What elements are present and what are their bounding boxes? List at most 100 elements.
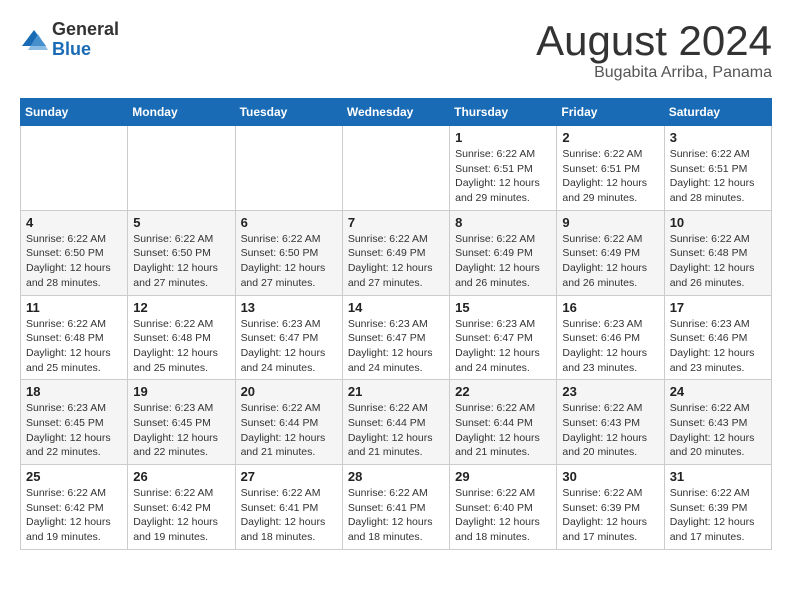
day-number: 8 xyxy=(455,215,551,230)
day-info: Sunrise: 6:22 AMSunset: 6:48 PMDaylight:… xyxy=(670,232,766,291)
day-info: Sunrise: 6:22 AMSunset: 6:43 PMDaylight:… xyxy=(670,401,766,460)
day-number: 21 xyxy=(348,384,444,399)
day-info: Sunrise: 6:23 AMSunset: 6:47 PMDaylight:… xyxy=(455,317,551,376)
weekday-header-tuesday: Tuesday xyxy=(235,99,342,126)
title-location: Bugabita Arriba, Panama xyxy=(536,64,772,82)
calendar-cell: 3 Sunrise: 6:22 AMSunset: 6:51 PMDaylight… xyxy=(664,126,771,211)
weekday-header-sunday: Sunday xyxy=(21,99,128,126)
day-info: Sunrise: 6:22 AMSunset: 6:48 PMDaylight:… xyxy=(26,317,122,376)
calendar-cell: 7 Sunrise: 6:22 AMSunset: 6:49 PMDaylight… xyxy=(342,210,449,295)
day-number: 13 xyxy=(241,300,337,315)
day-number: 14 xyxy=(348,300,444,315)
day-number: 12 xyxy=(133,300,229,315)
day-number: 2 xyxy=(562,130,658,145)
calendar-week-5: 25 Sunrise: 6:22 AMSunset: 6:42 PMDayligh… xyxy=(21,465,772,550)
day-info: Sunrise: 6:23 AMSunset: 6:47 PMDaylight:… xyxy=(241,317,337,376)
day-info: Sunrise: 6:22 AMSunset: 6:51 PMDaylight:… xyxy=(670,147,766,206)
day-info: Sunrise: 6:23 AMSunset: 6:45 PMDaylight:… xyxy=(26,401,122,460)
calendar-cell: 1 Sunrise: 6:22 AMSunset: 6:51 PMDaylight… xyxy=(450,126,557,211)
day-info: Sunrise: 6:22 AMSunset: 6:39 PMDaylight:… xyxy=(670,486,766,545)
calendar-cell: 25 Sunrise: 6:22 AMSunset: 6:42 PMDayligh… xyxy=(21,465,128,550)
day-number: 24 xyxy=(670,384,766,399)
day-number: 4 xyxy=(26,215,122,230)
day-number: 19 xyxy=(133,384,229,399)
day-info: Sunrise: 6:22 AMSunset: 6:44 PMDaylight:… xyxy=(455,401,551,460)
day-number: 1 xyxy=(455,130,551,145)
calendar-cell: 30 Sunrise: 6:22 AMSunset: 6:39 PMDayligh… xyxy=(557,465,664,550)
day-number: 26 xyxy=(133,469,229,484)
day-info: Sunrise: 6:23 AMSunset: 6:46 PMDaylight:… xyxy=(562,317,658,376)
calendar-cell: 16 Sunrise: 6:23 AMSunset: 6:46 PMDayligh… xyxy=(557,295,664,380)
day-info: Sunrise: 6:22 AMSunset: 6:51 PMDaylight:… xyxy=(455,147,551,206)
logo-icon xyxy=(20,26,48,54)
calendar-cell: 6Sunrise: 6:22 AMSunset: 6:50 PMDaylight… xyxy=(235,210,342,295)
day-number: 25 xyxy=(26,469,122,484)
day-info: Sunrise: 6:22 AMSunset: 6:41 PMDaylight:… xyxy=(241,486,337,545)
weekday-header-monday: Monday xyxy=(128,99,235,126)
day-info: Sunrise: 6:22 AMSunset: 6:40 PMDaylight:… xyxy=(455,486,551,545)
day-number: 18 xyxy=(26,384,122,399)
calendar-table: SundayMondayTuesdayWednesdayThursdayFrid… xyxy=(20,98,772,550)
day-info: Sunrise: 6:23 AMSunset: 6:45 PMDaylight:… xyxy=(133,401,229,460)
calendar-week-1: 1 Sunrise: 6:22 AMSunset: 6:51 PMDaylight… xyxy=(21,126,772,211)
day-number: 7 xyxy=(348,215,444,230)
day-info: Sunrise: 6:22 AMSunset: 6:42 PMDaylight:… xyxy=(26,486,122,545)
calendar-cell xyxy=(235,126,342,211)
calendar-cell: 21 Sunrise: 6:22 AMSunset: 6:44 PMDayligh… xyxy=(342,380,449,465)
day-number: 9 xyxy=(562,215,658,230)
calendar-cell: 2Sunrise: 6:22 AMSunset: 6:51 PMDaylight… xyxy=(557,126,664,211)
day-number: 20 xyxy=(241,384,337,399)
day-info: Sunrise: 6:22 AMSunset: 6:41 PMDaylight:… xyxy=(348,486,444,545)
day-info: Sunrise: 6:22 AMSunset: 6:39 PMDaylight:… xyxy=(562,486,658,545)
calendar-cell: 13 Sunrise: 6:23 AMSunset: 6:47 PMDayligh… xyxy=(235,295,342,380)
day-number: 17 xyxy=(670,300,766,315)
calendar-cell: 28 Sunrise: 6:22 AMSunset: 6:41 PMDayligh… xyxy=(342,465,449,550)
day-info: Sunrise: 6:22 AMSunset: 6:49 PMDaylight:… xyxy=(348,232,444,291)
day-info: Sunrise: 6:22 AMSunset: 6:50 PMDaylight:… xyxy=(241,232,337,291)
calendar-cell: 8Sunrise: 6:22 AMSunset: 6:49 PMDaylight… xyxy=(450,210,557,295)
calendar-week-2: 4 Sunrise: 6:22 AMSunset: 6:50 PMDaylight… xyxy=(21,210,772,295)
calendar-cell: 19 Sunrise: 6:23 AMSunset: 6:45 PMDayligh… xyxy=(128,380,235,465)
calendar-cell: 18 Sunrise: 6:23 AMSunset: 6:45 PMDayligh… xyxy=(21,380,128,465)
day-info: Sunrise: 6:22 AMSunset: 6:49 PMDaylight:… xyxy=(562,232,658,291)
calendar-week-3: 11 Sunrise: 6:22 AMSunset: 6:48 PMDayligh… xyxy=(21,295,772,380)
day-number: 31 xyxy=(670,469,766,484)
weekday-header-thursday: Thursday xyxy=(450,99,557,126)
calendar-week-4: 18 Sunrise: 6:23 AMSunset: 6:45 PMDayligh… xyxy=(21,380,772,465)
calendar-cell: 5Sunrise: 6:22 AMSunset: 6:50 PMDaylight… xyxy=(128,210,235,295)
logo-blue: Blue xyxy=(52,40,119,60)
title-month-year: August 2024 xyxy=(536,20,772,62)
weekday-header-saturday: Saturday xyxy=(664,99,771,126)
weekday-header-friday: Friday xyxy=(557,99,664,126)
day-info: Sunrise: 6:22 AMSunset: 6:50 PMDaylight:… xyxy=(26,232,122,291)
day-number: 16 xyxy=(562,300,658,315)
title-block: August 2024 Bugabita Arriba, Panama xyxy=(536,20,772,82)
calendar-cell: 27 Sunrise: 6:22 AMSunset: 6:41 PMDayligh… xyxy=(235,465,342,550)
day-number: 30 xyxy=(562,469,658,484)
day-number: 29 xyxy=(455,469,551,484)
day-number: 22 xyxy=(455,384,551,399)
calendar-cell: 15Sunrise: 6:23 AMSunset: 6:47 PMDayligh… xyxy=(450,295,557,380)
day-info: Sunrise: 6:23 AMSunset: 6:46 PMDaylight:… xyxy=(670,317,766,376)
day-number: 23 xyxy=(562,384,658,399)
calendar-cell xyxy=(128,126,235,211)
calendar-cell: 31 Sunrise: 6:22 AMSunset: 6:39 PMDayligh… xyxy=(664,465,771,550)
day-number: 28 xyxy=(348,469,444,484)
calendar-header-row: SundayMondayTuesdayWednesdayThursdayFrid… xyxy=(21,99,772,126)
calendar-cell: 11 Sunrise: 6:22 AMSunset: 6:48 PMDayligh… xyxy=(21,295,128,380)
calendar-cell: 14Sunrise: 6:23 AMSunset: 6:47 PMDayligh… xyxy=(342,295,449,380)
day-number: 11 xyxy=(26,300,122,315)
calendar-cell: 22 Sunrise: 6:22 AMSunset: 6:44 PMDayligh… xyxy=(450,380,557,465)
calendar-cell: 17 Sunrise: 6:23 AMSunset: 6:46 PMDayligh… xyxy=(664,295,771,380)
day-info: Sunrise: 6:22 AMSunset: 6:43 PMDaylight:… xyxy=(562,401,658,460)
calendar-cell: 29 Sunrise: 6:22 AMSunset: 6:40 PMDayligh… xyxy=(450,465,557,550)
day-number: 27 xyxy=(241,469,337,484)
day-info: Sunrise: 6:22 AMSunset: 6:48 PMDaylight:… xyxy=(133,317,229,376)
weekday-header-wednesday: Wednesday xyxy=(342,99,449,126)
calendar-cell xyxy=(342,126,449,211)
logo-text: General Blue xyxy=(52,20,119,60)
day-info: Sunrise: 6:22 AMSunset: 6:44 PMDaylight:… xyxy=(348,401,444,460)
logo: General Blue xyxy=(20,20,119,60)
day-number: 3 xyxy=(670,130,766,145)
calendar-cell: 12 Sunrise: 6:22 AMSunset: 6:48 PMDayligh… xyxy=(128,295,235,380)
